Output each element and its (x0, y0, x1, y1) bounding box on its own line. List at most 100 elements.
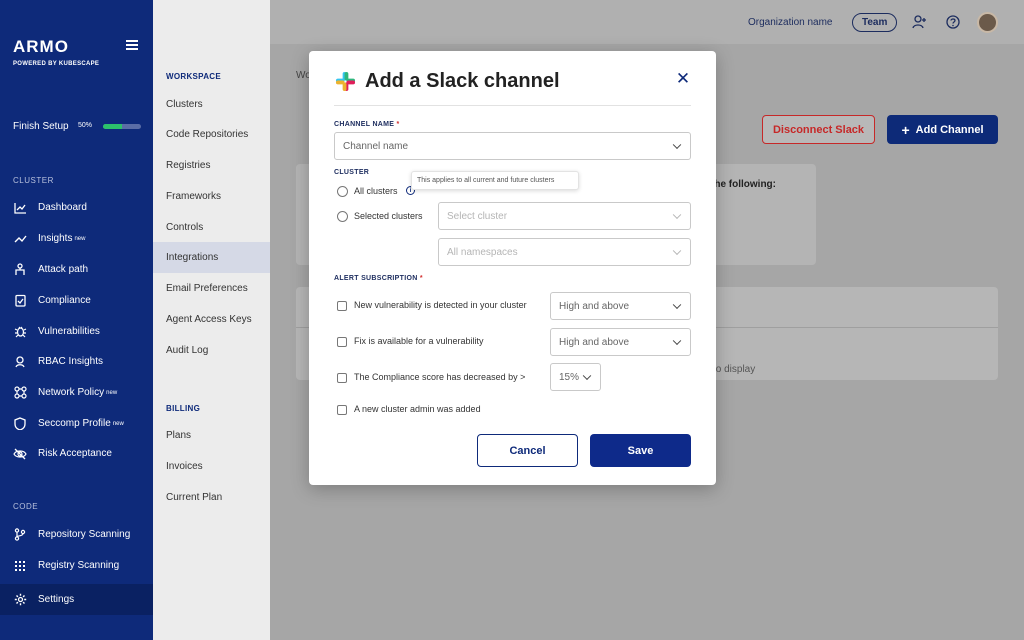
sidebar-item-label: Registry Scanning (38, 560, 120, 571)
sidebar-item-risk-acceptance[interactable]: Risk Acceptance (0, 438, 153, 469)
subnav-link-controls[interactable]: Controls (153, 212, 270, 243)
sidebar-item-attack-path[interactable]: Attack path (0, 254, 153, 285)
subnav-link-current-plan[interactable]: Current Plan (153, 482, 270, 513)
new-badge: new (74, 235, 86, 242)
sidebar-item-label: Seccomp Profile (38, 418, 111, 429)
alert-compliance-score-checkbox[interactable] (337, 373, 347, 383)
sidebar-item-compliance[interactable]: Compliance (0, 285, 153, 316)
cluster-section-label: CLUSTER (13, 176, 54, 185)
sidebar-item-repository-scanning[interactable]: Repository Scanning (0, 519, 153, 550)
dialog-title: Add a Slack channel (365, 70, 560, 92)
settings-subnav: WORKSPACE Clusters Code Repositories Reg… (153, 0, 270, 640)
sidebar-item-dashboard[interactable]: Dashboard (0, 192, 153, 223)
sidebar-item-label: Network Policy (38, 387, 105, 398)
attack-path-icon (13, 263, 27, 277)
namespaces-dropdown[interactable]: All namespaces (438, 238, 691, 266)
cluster-tooltip: This applies to all current and future c… (411, 171, 579, 190)
alert-cluster-admin-checkbox[interactable] (337, 405, 347, 415)
selected-clusters-radio[interactable] (337, 211, 348, 222)
subnav-link-clusters[interactable]: Clusters (153, 89, 270, 120)
setup-percent: 50% (78, 122, 93, 129)
add-channel-label: Add Channel (915, 123, 984, 136)
billing-section-label: BILLING (166, 404, 201, 413)
sidebar-item-registry-scanning[interactable]: Registry Scanning (0, 550, 153, 581)
sidebar-item-vulnerabilities[interactable]: Vulnerabilities (0, 316, 153, 347)
sidebar-item-label: Risk Acceptance (38, 448, 112, 459)
fix-available-severity-select[interactable]: High and above (550, 328, 691, 356)
threshold-value: 15% (559, 371, 580, 383)
selected-clusters-label[interactable]: Selected clusters (354, 211, 423, 221)
chevron-down-icon (582, 371, 592, 381)
alert-fix-available-label[interactable]: Fix is available for a vulnerability (354, 336, 484, 346)
sidebar-item-label: RBAC Insights (38, 356, 104, 367)
chevron-down-icon (672, 210, 682, 220)
gear-icon (13, 593, 27, 607)
alert-compliance-score-label[interactable]: The Compliance score has decreased by > (354, 372, 525, 382)
armo-logo[interactable]: ARMO (13, 37, 69, 57)
avatar[interactable] (977, 12, 998, 33)
subnav-link-code-repositories[interactable]: Code Repositories (153, 119, 270, 150)
chevron-down-icon (672, 140, 682, 150)
sidebar-item-label: Compliance (38, 295, 91, 306)
compliance-threshold-select[interactable]: 15% (550, 363, 601, 391)
cancel-button[interactable]: Cancel (477, 434, 578, 467)
add-channel-button[interactable]: + Add Channel (887, 115, 998, 144)
chevron-down-icon (672, 336, 682, 346)
sidebar-item-network-policy[interactable]: Network Policy new (0, 377, 153, 408)
finish-setup-link[interactable]: Finish Setup (13, 121, 69, 132)
subnav-link-email-preferences[interactable]: Email Preferences (153, 273, 270, 304)
subnav-link-audit-log[interactable]: Audit Log (153, 335, 270, 366)
subnav-link-integrations[interactable]: Integrations (153, 242, 270, 273)
sidebar-item-label: Attack path (38, 264, 89, 275)
slack-logo-icon (335, 71, 356, 92)
sidebar-item-settings[interactable]: Settings (0, 584, 153, 615)
add-slack-channel-dialog: Add a Slack channel ✕ CHANNEL NAME * Cha… (309, 51, 716, 485)
eye-off-icon (13, 447, 27, 461)
close-icon[interactable]: ✕ (675, 69, 691, 88)
info-card-text: the following: (711, 179, 776, 190)
new-badge: new (112, 420, 124, 427)
chevron-down-icon (672, 246, 682, 256)
sidebar-item-label: Dashboard (38, 202, 87, 213)
menu-icon[interactable] (126, 40, 138, 50)
save-button[interactable]: Save (590, 434, 691, 467)
sidebar-item-label: Vulnerabilities (38, 326, 100, 337)
sidebar-item-seccomp-profile[interactable]: Seccomp Profile new (0, 408, 153, 439)
sidebar-item-rbac-insights[interactable]: RBAC Insights (0, 346, 153, 377)
chart-icon (13, 201, 27, 215)
setup-progress-bar (103, 124, 141, 129)
subnav-link-registries[interactable]: Registries (153, 150, 270, 181)
clipboard-icon (13, 294, 27, 308)
shield-icon (13, 417, 27, 431)
workspace-section-label: WORKSPACE (166, 72, 221, 81)
channel-name-select[interactable]: Channel name (334, 132, 691, 160)
trend-icon (13, 232, 27, 246)
sidebar-item-label: Repository Scanning (38, 529, 131, 540)
subnav-link-agent-access-keys[interactable]: Agent Access Keys (153, 304, 270, 335)
channel-name-placeholder: Channel name (343, 140, 409, 152)
disconnect-slack-button[interactable]: Disconnect Slack (762, 115, 875, 144)
new-badge: new (106, 389, 118, 396)
grid-icon (13, 559, 27, 573)
add-user-icon[interactable] (911, 14, 927, 30)
alert-new-vulnerability-label[interactable]: New vulnerability is detected in your cl… (354, 300, 527, 310)
sidebar-item-label: Settings (38, 594, 75, 605)
powered-by-text: POWERED BY KUBESCAPE (13, 61, 100, 67)
alert-new-vulnerability-checkbox[interactable] (337, 301, 347, 311)
network-icon (13, 386, 27, 400)
organization-name[interactable]: Organization name (748, 17, 833, 28)
team-badge[interactable]: Team (852, 13, 898, 32)
new-vulnerability-severity-select[interactable]: High and above (550, 292, 691, 320)
subnav-link-frameworks[interactable]: Frameworks (153, 181, 270, 212)
main-sidebar: ARMO POWERED BY KUBESCAPE Finish Setup 5… (0, 0, 153, 640)
all-clusters-radio[interactable] (337, 186, 348, 197)
all-clusters-label[interactable]: All clusters (354, 186, 398, 196)
subnav-link-plans[interactable]: Plans (153, 420, 270, 451)
help-icon[interactable] (945, 14, 961, 30)
sidebar-item-insights[interactable]: Insights new (0, 223, 153, 254)
empty-state-text: to display (713, 364, 756, 375)
select-cluster-dropdown[interactable]: Select cluster (438, 202, 691, 230)
subnav-link-invoices[interactable]: Invoices (153, 451, 270, 482)
alert-fix-available-checkbox[interactable] (337, 337, 347, 347)
alert-cluster-admin-label[interactable]: A new cluster admin was added (354, 404, 481, 414)
